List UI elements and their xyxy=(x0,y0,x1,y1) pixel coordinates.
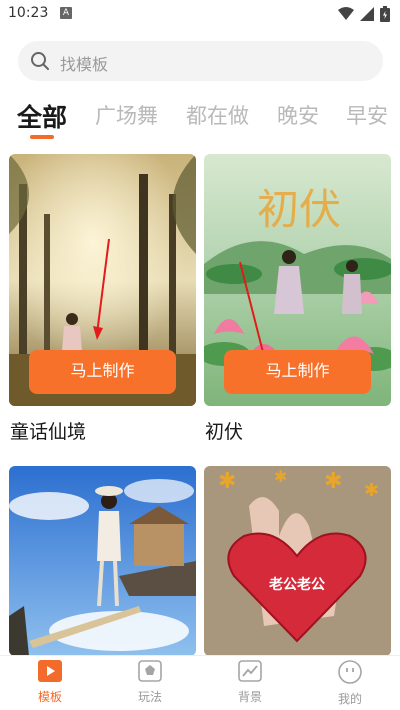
poster-text: 老公老公 xyxy=(269,576,325,593)
make-now-button[interactable]: 马上制作 xyxy=(224,350,371,394)
search-placeholder: 找模板 xyxy=(60,55,109,74)
pentagon-icon xyxy=(138,660,162,682)
template-card-sky[interactable] xyxy=(9,466,196,656)
template-card-lotus[interactable]: 初伏 马上制作 xyxy=(204,154,391,406)
tab-good-night[interactable]: 晚安 xyxy=(277,100,319,130)
bottom-navigation: 模板 玩法 背景 我的 xyxy=(0,655,400,710)
template-card-heart[interactable]: ✱ ✱ ✱ ✱ 老公老公 xyxy=(204,466,391,656)
svg-text:✱: ✱ xyxy=(364,480,379,501)
nav-background[interactable]: 背景 xyxy=(220,660,280,705)
poster-calligraphy: 初伏 xyxy=(257,185,341,234)
nav-label: 玩法 xyxy=(137,690,162,704)
status-time: 10:23 xyxy=(8,5,49,21)
svg-text:✱: ✱ xyxy=(324,469,342,494)
face-icon xyxy=(338,660,362,684)
template-title: 童话仙境 xyxy=(10,421,87,443)
notification-icon: A xyxy=(60,7,72,19)
tab-trending[interactable]: 都在做 xyxy=(186,100,249,130)
nav-label: 我的 xyxy=(337,692,362,706)
category-tabs: 全部 广场舞 都在做 晚安 早安 xyxy=(0,96,400,144)
play-icon xyxy=(38,660,62,682)
nav-gameplay[interactable]: 玩法 xyxy=(120,660,180,705)
tab-indicator xyxy=(30,135,54,139)
tab-good-morning[interactable]: 早安 xyxy=(346,100,388,130)
nav-label: 模板 xyxy=(37,690,62,704)
battery-icon xyxy=(380,6,390,22)
template-title: 初伏 xyxy=(205,421,244,443)
nav-mine[interactable]: 我的 xyxy=(320,660,380,707)
svg-text:✱: ✱ xyxy=(274,467,287,486)
search-icon xyxy=(31,52,49,70)
status-bar: 10:23 A xyxy=(0,0,400,28)
search-input[interactable]: 找模板 xyxy=(18,41,383,81)
template-thumbnail: ✱ ✱ ✱ ✱ 老公老公 xyxy=(204,466,391,656)
make-now-button[interactable]: 马上制作 xyxy=(29,350,176,394)
template-thumbnail xyxy=(9,466,196,656)
tab-all[interactable]: 全部 xyxy=(17,98,67,134)
template-card-fairy-forest[interactable]: 马上制作 xyxy=(9,154,196,406)
status-icons xyxy=(338,6,390,22)
svg-text:✱: ✱ xyxy=(218,469,236,494)
nav-label: 背景 xyxy=(237,690,262,704)
wifi-icon xyxy=(338,7,354,20)
chart-icon xyxy=(238,660,262,682)
tab-square-dance[interactable]: 广场舞 xyxy=(95,100,158,130)
signal-icon xyxy=(360,7,374,21)
nav-templates[interactable]: 模板 xyxy=(20,660,80,705)
